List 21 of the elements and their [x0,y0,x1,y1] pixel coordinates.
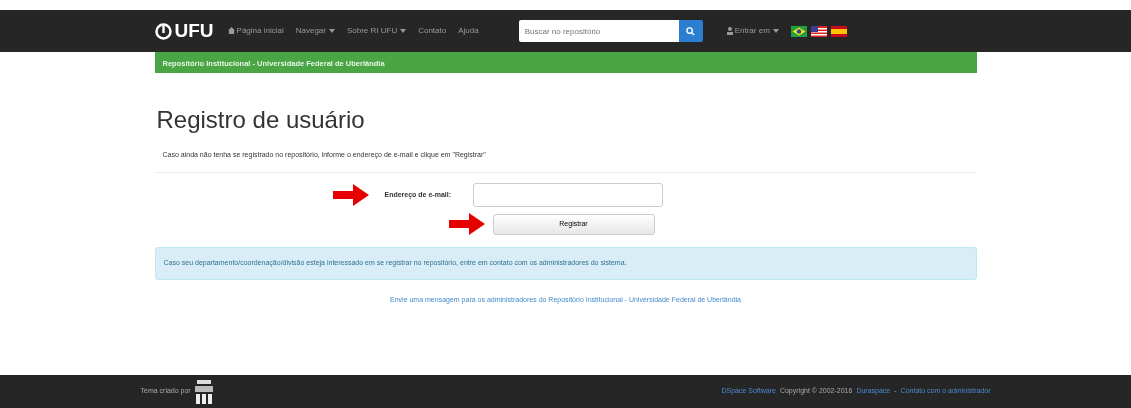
nav-link[interactable]: Ajuda [458,25,479,37]
nav-link[interactable]: Contato [418,25,447,37]
search-field[interactable]: Buscar no repositório [518,20,679,42]
nav-link[interactable]: Navegar [295,25,335,37]
search-button[interactable] [678,20,703,42]
flag-icon[interactable] [830,25,847,37]
flag-icon[interactable] [810,25,827,37]
logo-icon [194,379,213,404]
nav-link[interactable]: Página inicial [227,25,284,37]
nav-link[interactable]: Sobre RI UFU [346,25,407,37]
page-title: Registro de usuário [156,106,366,135]
email-input-field[interactable] [473,183,664,208]
user-icon [726,26,733,35]
pointer-arrow [332,184,369,207]
pointer-arrow [448,213,485,236]
home-icon [227,27,235,35]
flag-icon[interactable] [790,25,807,37]
brand-name: UFU [174,18,214,43]
search-icon [686,26,696,36]
login-menu[interactable]: Entrar em [726,25,779,37]
logo-icon [154,22,172,40]
